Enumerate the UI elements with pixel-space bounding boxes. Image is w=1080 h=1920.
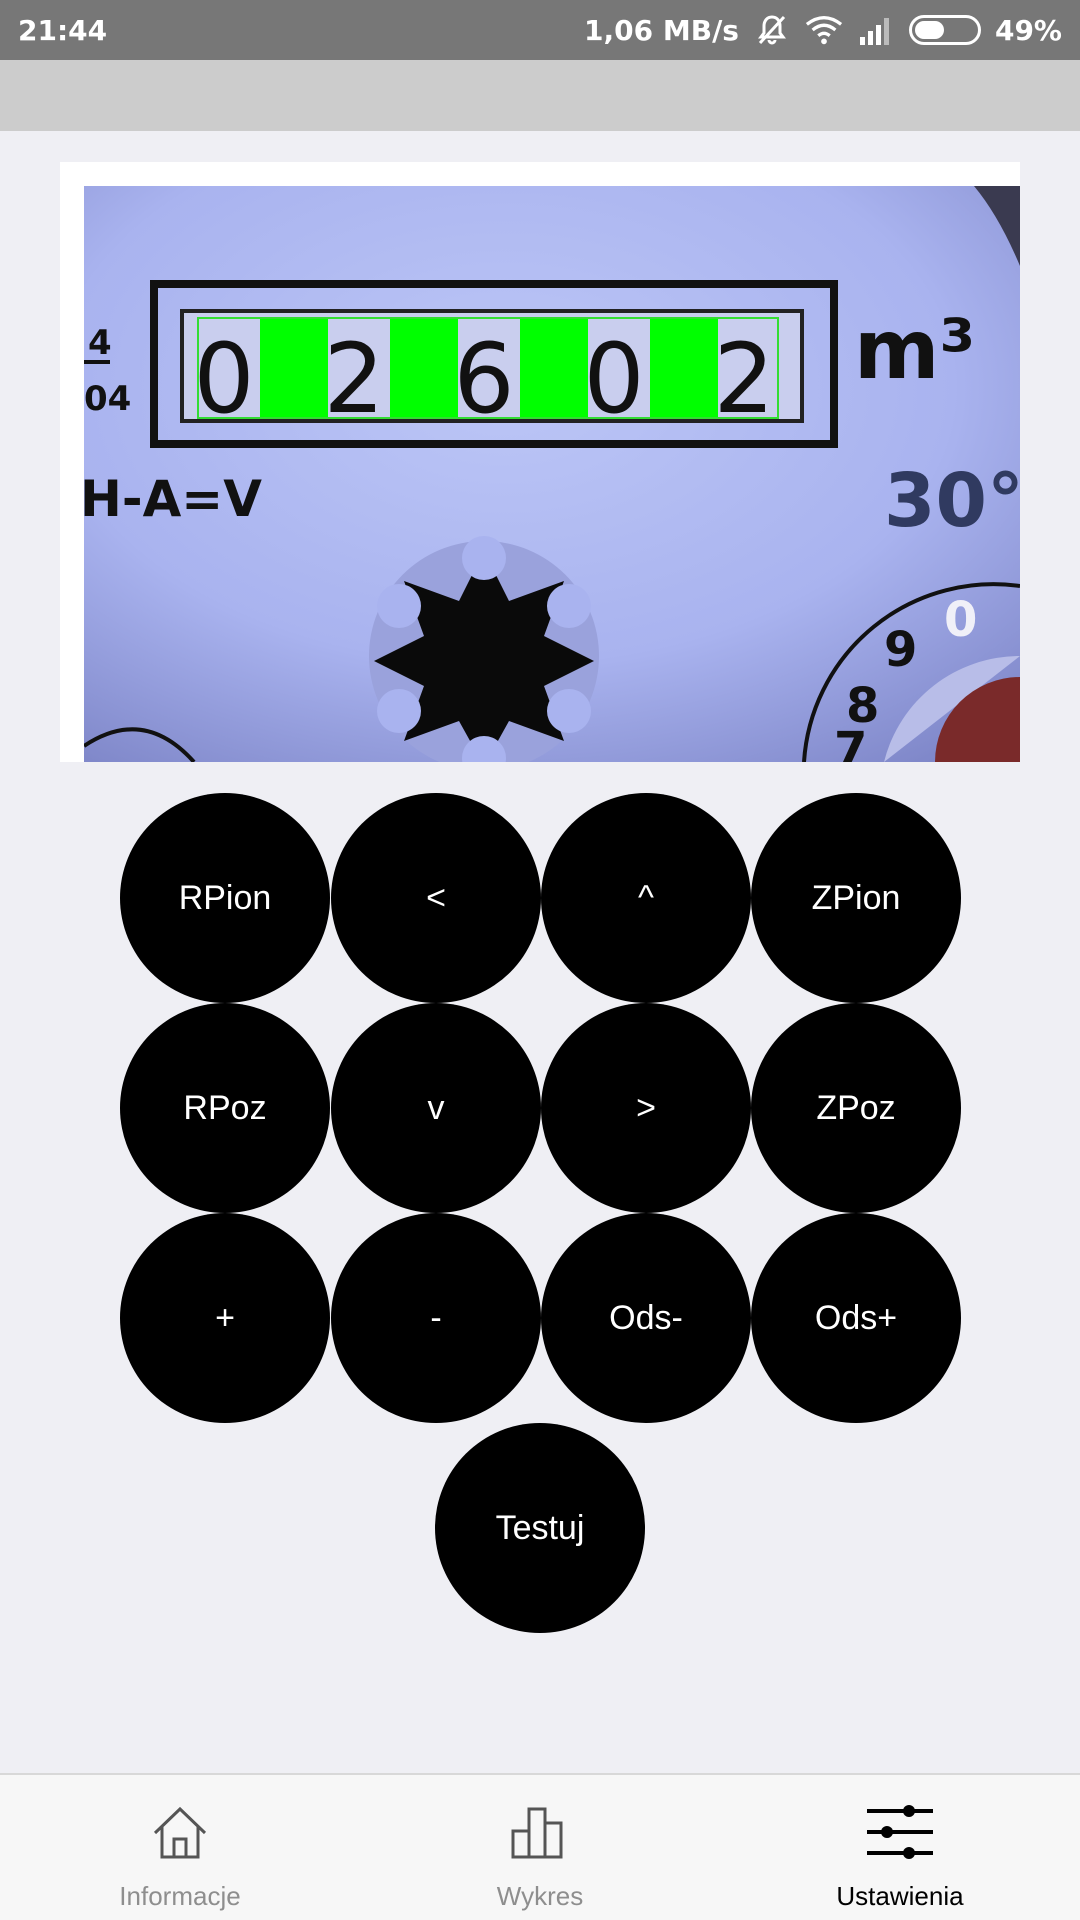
up-button[interactable]: ^ <box>541 793 751 1003</box>
side-label-bottom: 04 <box>84 379 131 419</box>
nav-label: Wykres <box>496 1881 584 1911</box>
status-bar: 21:44 1,06 MB/s 49% <box>0 0 1080 60</box>
status-icons: 1,06 MB/s 49% <box>584 13 1062 47</box>
nav-item-wykres[interactable]: Wykres <box>360 1775 720 1920</box>
ods-plus-button[interactable]: Ods+ <box>751 1213 961 1423</box>
home-icon <box>153 1806 207 1859</box>
meter-digit: 2 <box>713 323 774 435</box>
meter-image: 0 2 6 0 2 m³ 4 04 H-A=V 30° 9 0 8 7 <box>84 186 1020 762</box>
dial-digit: 7 <box>834 722 867 762</box>
side-label-top: 4 <box>88 323 112 363</box>
meter-left-text: H-A=V <box>84 470 262 528</box>
app-header <box>0 60 1080 131</box>
nav-item-informacje[interactable]: Informacje <box>0 1775 360 1920</box>
right-button[interactable]: > <box>541 1003 751 1213</box>
nav-label: Informacje <box>119 1881 241 1911</box>
wifi-icon <box>805 13 843 47</box>
zpion-button[interactable]: ZPion <box>751 793 961 1003</box>
minus-button[interactable]: - <box>331 1213 541 1423</box>
highlight-box <box>650 318 718 418</box>
plus-button[interactable]: + <box>120 1213 330 1423</box>
dial-digit: 9 <box>884 622 917 678</box>
bar-chart-icon <box>511 1807 563 1859</box>
rpoz-button[interactable]: RPoz <box>120 1003 330 1213</box>
camera-preview: 0 2 6 0 2 m³ 4 04 H-A=V 30° 9 0 8 7 <box>60 162 1020 762</box>
signal-icon <box>857 13 895 47</box>
zpoz-button[interactable]: ZPoz <box>751 1003 961 1213</box>
battery-icon <box>908 15 981 45</box>
dial-digit: 0 <box>944 592 977 648</box>
status-time: 21:44 <box>18 13 108 47</box>
network-speed: 1,06 MB/s <box>584 13 739 47</box>
unit-label: m³ <box>854 303 975 398</box>
meter-right-number: 30° <box>884 458 1020 544</box>
rpion-button[interactable]: RPion <box>120 793 330 1003</box>
highlight-box <box>260 318 328 418</box>
test-button[interactable]: Testuj <box>435 1423 645 1633</box>
meter-digit: 0 <box>193 323 254 435</box>
highlight-box <box>520 318 588 418</box>
nav-item-ustawienia[interactable]: Ustawienia <box>720 1775 1080 1920</box>
ods-minus-button[interactable]: Ods- <box>541 1213 751 1423</box>
down-button[interactable]: v <box>331 1003 541 1213</box>
meter-digit: 0 <box>583 323 644 435</box>
sliders-icon <box>867 1805 933 1859</box>
meter-digit: 2 <box>323 323 384 435</box>
bottom-nav: Informacje Wykres Ustawienia <box>0 1773 1080 1920</box>
highlight-box <box>390 318 458 418</box>
bell-off-icon <box>753 13 791 47</box>
battery-percent: 49% <box>994 13 1062 47</box>
nav-label: Ustawienia <box>836 1881 964 1911</box>
left-button[interactable]: < <box>331 793 541 1003</box>
meter-digit: 6 <box>453 323 514 435</box>
